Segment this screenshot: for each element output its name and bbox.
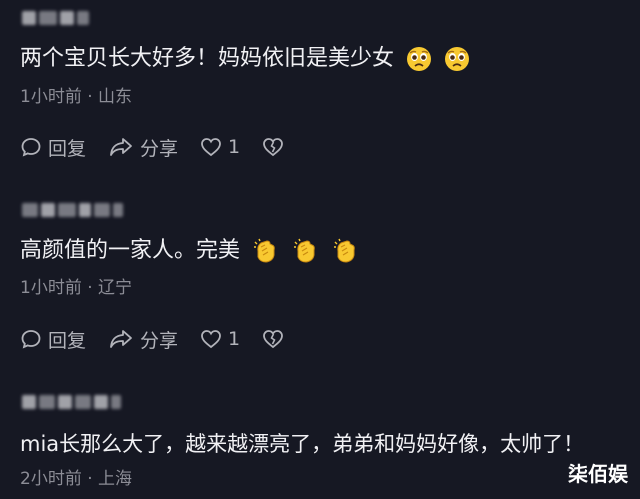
like-button[interactable]: 1 [200,328,262,350]
comment-actions: 回复 分享 1 [20,326,284,352]
comment-text-row: 高颜值的一家人。完美 [20,236,360,266]
username-blurred[interactable] [22,200,123,220]
reply-label: 回复 [48,137,87,160]
clapping-hands-emoji [332,237,360,265]
username-blurred[interactable] [22,8,89,28]
share-button[interactable]: 分享 [108,134,200,161]
share-arrow-icon [110,138,132,156]
like-count: 1 [228,136,241,158]
dislike-button[interactable] [262,328,284,350]
reply-label: 回复 [48,329,87,352]
comment-text: mia长那么大了，越来越漂亮了，弟弟和妈妈好像，太帅了！ [20,432,585,456]
heart-icon [201,330,221,349]
heart-icon [201,138,221,157]
like-button[interactable]: 1 [200,136,262,158]
comment-text-row: mia长那么大了，越来越漂亮了，弟弟和妈妈好像，太帅了！ [20,429,584,459]
watermark: 柒佰娱 [568,462,628,486]
comment-actions: 回复 分享 1 [20,134,284,160]
reply-button[interactable]: 回复 [20,134,108,161]
pleading-face-emoji [406,46,432,72]
share-arrow-icon [110,330,132,348]
username-blurred[interactable] [22,392,121,412]
speech-bubble-icon [21,138,41,157]
comment-meta: 1小时前 · 辽宁 [20,278,133,298]
comment-meta: 2小时前 · 上海 [20,469,133,489]
share-label: 分享 [140,329,179,352]
reply-button[interactable]: 回复 [20,326,108,353]
comment-meta: 1小时前 · 山东 [20,87,133,107]
share-label: 分享 [140,137,179,160]
share-button[interactable]: 分享 [108,326,200,353]
like-count: 1 [228,328,241,350]
dislike-button[interactable] [262,136,284,158]
comment-text-row: 两个宝贝长大好多！妈妈依旧是美少女 [20,44,470,74]
clapping-hands-emoji [292,237,320,265]
broken-heart-icon [263,330,283,349]
speech-bubble-icon [21,330,41,349]
comment-text: 两个宝贝长大好多！妈妈依旧是美少女 [20,46,395,71]
comment-text: 高颜值的一家人。完美 [20,238,241,263]
broken-heart-icon [263,138,283,157]
clapping-hands-emoji [252,237,280,265]
pleading-face-emoji [444,46,470,72]
